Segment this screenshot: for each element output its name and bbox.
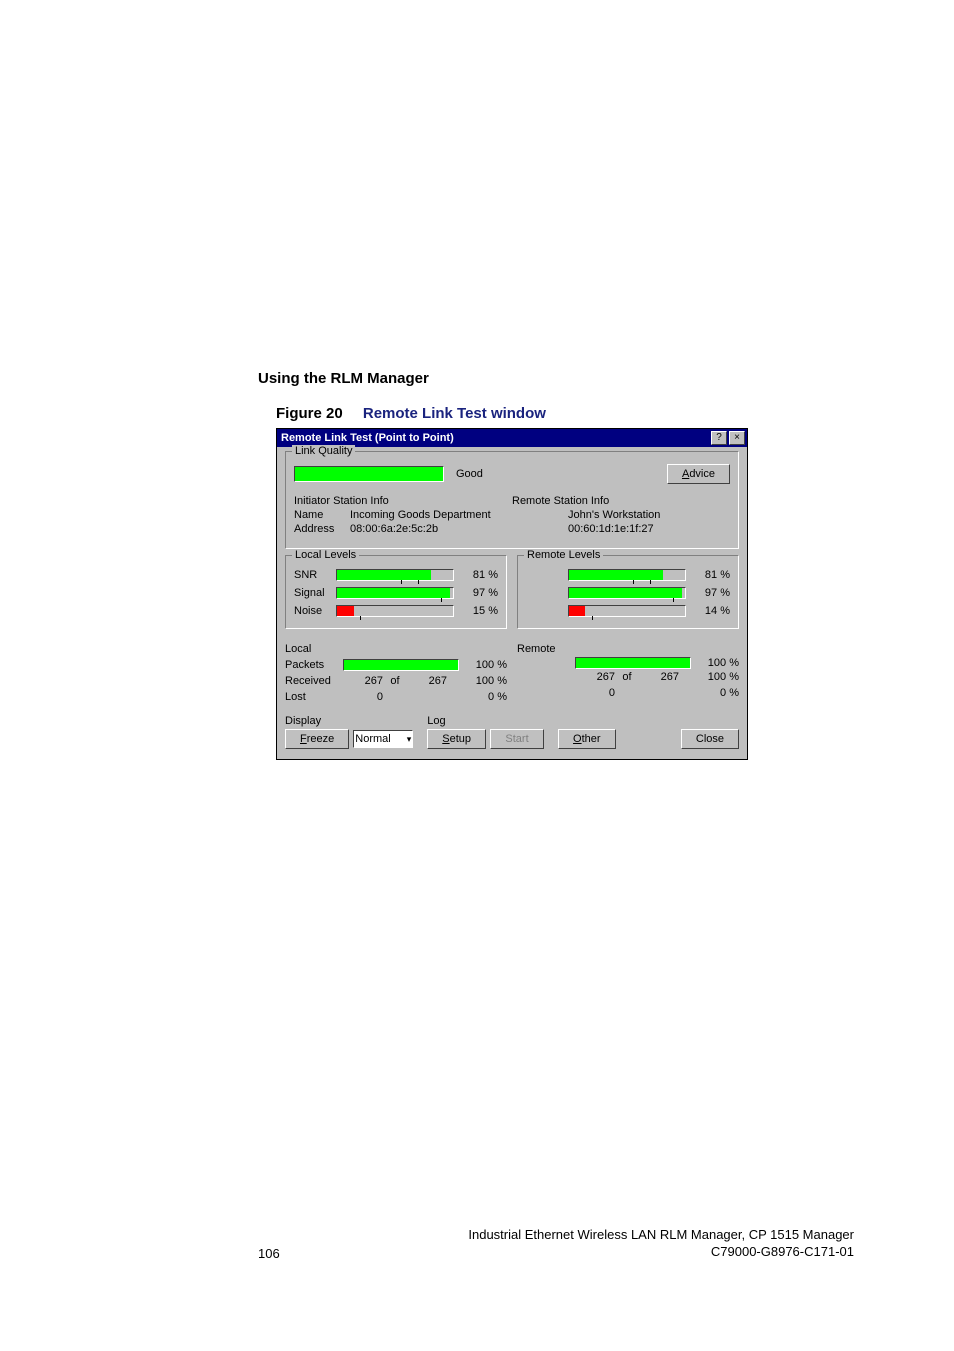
display-mode-select[interactable]: Normal ▾ (353, 730, 413, 748)
remote-received-pct: 100 % (679, 671, 739, 683)
remote-noise-bar (568, 605, 686, 617)
remote-name-value: John's Workstation (568, 509, 660, 521)
local-noise-row: Noise 15 % (294, 602, 498, 620)
local-noise-bar (336, 605, 454, 617)
link-quality-group: Link Quality Good Advice Initiator Stati… (285, 451, 739, 549)
remote-total: 267 (639, 671, 679, 683)
link-quality-legend: Link Quality (292, 445, 355, 457)
signal-label: Signal (294, 587, 336, 599)
start-button[interactable]: Start (490, 729, 544, 749)
remote-lost: 0 (575, 687, 615, 699)
remote-signal-row: 97 % (526, 584, 730, 602)
remote-signal-value: 97 % (692, 587, 730, 599)
initiator-name-value: Incoming Goods Department (350, 509, 491, 521)
remote-station-info: Remote Station Info John's Workstation 0… (512, 494, 730, 536)
footer-line-1: Industrial Ethernet Wireless LAN RLM Man… (338, 1227, 854, 1244)
section-heading: Using the RLM Manager (258, 370, 854, 387)
close-icon[interactable]: × (729, 431, 745, 445)
setup-button[interactable]: Setup (427, 729, 486, 749)
remote-received: 267 (575, 671, 615, 683)
figure-label: Figure 20 (276, 405, 343, 422)
freeze-button[interactable]: Freeze (285, 729, 349, 749)
figure-caption: Figure 20 Remote Link Test window (276, 405, 854, 422)
remote-packets: Remote 100 % 267 of 267 100 % (517, 641, 739, 705)
remote-packets-pct: 100 % (697, 657, 739, 669)
remote-snr-row: 81 % (526, 566, 730, 584)
remote-snr-bar (568, 569, 686, 581)
initiator-address-value: 08:00:6a:2e:5c:2b (350, 523, 438, 535)
display-label: Display (285, 715, 413, 727)
remote-noise-value: 14 % (692, 605, 730, 617)
local-packets-bar (343, 659, 459, 671)
display-mode-value: Normal (355, 733, 390, 745)
of-label-2: of (615, 671, 639, 683)
of-label-1: of (383, 675, 407, 687)
local-snr-row: SNR 81 % (294, 566, 498, 584)
remote-link-test-dialog: Remote Link Test (Point to Point) ? × Li… (276, 428, 748, 760)
local-levels-group: Local Levels SNR 81 % Signal (285, 555, 507, 629)
local-lost: 0 (343, 691, 383, 703)
local-signal-row: Signal 97 % (294, 584, 498, 602)
local-lost-pct: 0 % (447, 691, 507, 703)
advice-button[interactable]: Advice (667, 464, 730, 484)
remote-lost-pct: 0 % (679, 687, 739, 699)
remote-packets-heading: Remote (517, 641, 739, 657)
remote-address-value: 00:60:1d:1e:1f:27 (568, 523, 654, 535)
log-label: Log (427, 715, 544, 727)
other-button[interactable]: Other (558, 729, 616, 749)
local-signal-value: 97 % (460, 587, 498, 599)
initiator-address-label: Address (294, 523, 350, 535)
local-packets: Local Packets 100 % Received 267 of 267 … (285, 641, 507, 705)
local-levels-legend: Local Levels (292, 549, 359, 561)
lost-label: Lost (285, 691, 343, 703)
local-packets-heading: Local (285, 641, 507, 657)
initiator-station-info: Initiator Station Info Name Incoming Goo… (294, 494, 512, 536)
page-number: 106 (258, 1246, 338, 1261)
remote-packets-bar (575, 657, 691, 669)
help-icon[interactable]: ? (711, 431, 727, 445)
local-packets-pct: 100 % (465, 659, 507, 671)
remote-noise-row: 14 % (526, 602, 730, 620)
remote-snr-value: 81 % (692, 569, 730, 581)
local-noise-value: 15 % (460, 605, 498, 617)
remote-levels-group: Remote Levels 81 % (517, 555, 739, 629)
remote-levels-legend: Remote Levels (524, 549, 603, 561)
local-received: 267 (343, 675, 383, 687)
close-button[interactable]: Close (681, 729, 739, 749)
noise-label: Noise (294, 605, 336, 617)
chevron-down-icon: ▾ (407, 734, 412, 745)
initiator-heading: Initiator Station Info (294, 495, 389, 507)
local-received-pct: 100 % (447, 675, 507, 687)
page-footer: 106 Industrial Ethernet Wireless LAN RLM… (258, 1227, 854, 1261)
link-quality-status: Good (456, 468, 516, 480)
link-quality-bar (294, 466, 444, 482)
remote-heading: Remote Station Info (512, 495, 609, 507)
initiator-name-label: Name (294, 509, 350, 521)
figure-caption-text: Remote Link Test window (363, 405, 546, 422)
packets-label: Packets (285, 657, 343, 673)
local-snr-value: 81 % (460, 569, 498, 581)
snr-label: SNR (294, 569, 336, 581)
received-label: Received (285, 675, 343, 687)
footer-line-2: C79000-G8976-C171-01 (338, 1244, 854, 1261)
local-snr-bar (336, 569, 454, 581)
title-bar-text: Remote Link Test (Point to Point) (281, 432, 711, 444)
local-total: 267 (407, 675, 447, 687)
local-signal-bar (336, 587, 454, 599)
remote-signal-bar (568, 587, 686, 599)
